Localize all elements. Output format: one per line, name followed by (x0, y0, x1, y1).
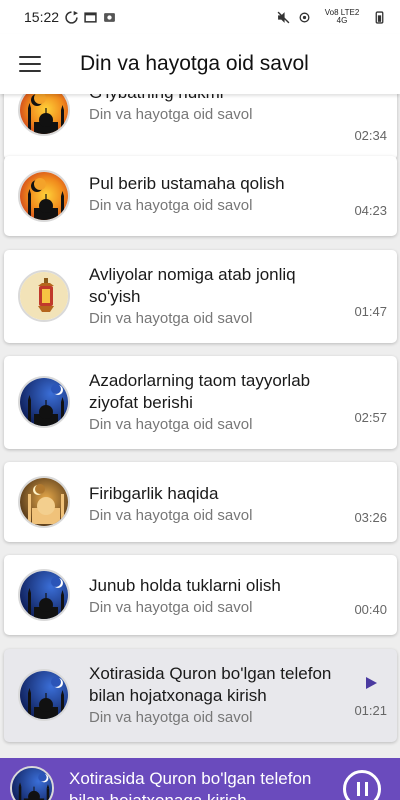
item-duration: 04:23 (354, 203, 387, 218)
item-title: Pul berib ustamaha qolish (89, 174, 285, 193)
item-duration: 00:40 (354, 602, 387, 617)
status-bar: 15:22 Vo8 LTE2 4G (0, 0, 400, 34)
crescent-mosque-icon (18, 170, 70, 222)
mute-icon (277, 11, 290, 23)
item-duration: 02:57 (354, 410, 387, 425)
night-mosque-icon (18, 376, 70, 428)
list-item[interactable]: Firibgarlik haqida Din va hayotga oid sa… (4, 462, 397, 542)
night-mosque-icon (18, 669, 70, 721)
menu-icon[interactable] (19, 56, 41, 72)
night-mosque-icon (18, 569, 70, 621)
list-item[interactable]: Junub holda tuklarni olish Din va hayotg… (4, 555, 397, 635)
battery-icon (375, 10, 384, 24)
list-item[interactable]: Avliyolar nomiga atab jonliq so'yish Din… (4, 250, 397, 343)
item-duration: 01:47 (354, 304, 387, 319)
audio-list[interactable]: G'iybatning hukmi Din va hayotga oid sav… (0, 94, 400, 758)
crescent-mosque-icon (18, 94, 70, 136)
item-subtitle: Din va hayotga oid savol (89, 310, 253, 327)
item-title: Avliyolar nomiga atab jonliq so'yish (89, 265, 296, 306)
list-item-playing[interactable]: Xotirasida Quron bo'lgan telefon bilan h… (4, 649, 397, 742)
item-subtitle: Din va hayotga oid savol (89, 197, 253, 214)
list-item[interactable]: Azadorlarning taom tayyorlab ziyofat ber… (4, 356, 397, 449)
list-item[interactable]: Pul berib ustamaha qolish Din va hayotga… (4, 156, 397, 236)
item-duration: 02:34 (354, 128, 387, 143)
item-duration: 03:26 (354, 510, 387, 525)
item-title: Xotirasida Quron bo'lgan telefon bilan h… (89, 664, 332, 705)
screen-icon (84, 11, 97, 23)
item-title: Junub holda tuklarni olish (89, 576, 281, 595)
lantern-icon (18, 270, 70, 322)
item-subtitle: Din va hayotga oid savol (89, 507, 253, 524)
item-subtitle: Din va hayotga oid savol (89, 416, 253, 433)
item-subtitle: Din va hayotga oid savol (89, 599, 253, 616)
image-icon (104, 12, 115, 22)
night-mosque-icon (10, 766, 54, 800)
item-title: Firibgarlik haqida (89, 484, 219, 503)
play-icon[interactable] (366, 677, 377, 689)
player-title: Xotirasida Quron bo'lgan telefon bilan h… (69, 769, 312, 800)
item-title: G'iybatning hukmi (89, 94, 347, 104)
item-subtitle: Din va hayotga oid savol (89, 709, 253, 726)
mini-player[interactable]: Xotirasida Quron bo'lgan telefon bilan h… (0, 758, 400, 800)
pause-button[interactable] (343, 770, 381, 800)
golden-mosque-icon (18, 476, 70, 528)
app-title: Din va hayotga oid savol (80, 52, 309, 75)
app-bar: Din va hayotga oid savol (0, 34, 400, 94)
status-time: 15:22 (24, 9, 60, 25)
item-duration: 01:21 (354, 703, 387, 718)
item-subtitle: Din va hayotga oid savol (89, 106, 253, 123)
list-item[interactable]: G'iybatning hukmi Din va hayotga oid sav… (4, 94, 397, 160)
sync-icon (65, 10, 79, 24)
hotspot-icon (299, 12, 310, 22)
network-label: Vo8 LTE2 4G (324, 8, 360, 25)
item-title: Azadorlarning taom tayyorlab ziyofat ber… (89, 371, 311, 412)
